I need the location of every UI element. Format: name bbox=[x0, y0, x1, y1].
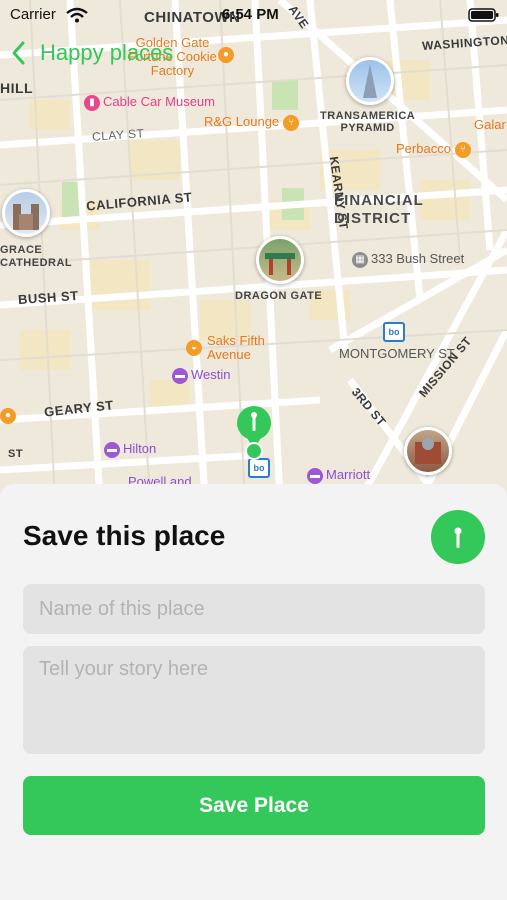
chevron-left-icon bbox=[12, 41, 25, 65]
poi-label: Perbacco bbox=[396, 141, 451, 156]
street-label-montgomery: MONTGOMERY ST bbox=[339, 346, 455, 361]
building-icon: ▦ bbox=[352, 251, 368, 268]
poi-saks[interactable]: Saks Fifth Avenue bbox=[207, 334, 265, 362]
poi-label: Hilton bbox=[123, 441, 157, 456]
sheet-title: Save this place bbox=[23, 520, 226, 551]
dropped-pin-icon[interactable] bbox=[234, 405, 274, 465]
poi-label: R&G Lounge bbox=[204, 114, 280, 129]
fork-knife-icon: ⑂ bbox=[454, 141, 471, 158]
poi-hilton[interactable]: ▬ Hilton bbox=[104, 441, 156, 458]
place-name-input[interactable] bbox=[23, 584, 485, 634]
clock-label: 6:54 PM bbox=[222, 6, 279, 23]
landmark-photo-icon[interactable] bbox=[404, 427, 452, 475]
poi-galar[interactable]: Galar bbox=[474, 117, 506, 132]
hotel-icon: ▬ bbox=[104, 441, 120, 458]
back-button-label: Happy places bbox=[40, 40, 174, 65]
dragon-gate-landmark-icon[interactable] bbox=[256, 236, 304, 284]
district-label-financial: FINANCIAL DISTRICT bbox=[334, 192, 424, 227]
hotel-icon: ▬ bbox=[307, 467, 323, 484]
shopping-bag-icon: ◒ bbox=[186, 340, 202, 356]
street-label-st: ST bbox=[8, 448, 24, 460]
location-pin-icon bbox=[431, 510, 485, 564]
dragon-gate-label: DRAGON GATE bbox=[235, 290, 323, 302]
poi-cable-car-museum[interactable]: ▮ Cable Car Museum bbox=[84, 94, 215, 111]
poi-label: Cable Car Museum bbox=[103, 94, 215, 109]
poi-label: Marriott bbox=[326, 467, 371, 482]
back-button[interactable]: Happy places bbox=[10, 40, 173, 66]
transamerica-label: TRANSAMERICA PYRAMID bbox=[320, 110, 416, 134]
transit-station-icon[interactable]: bo bbox=[383, 322, 405, 342]
poi-westin[interactable]: ▬ Westin bbox=[172, 367, 231, 384]
poi-rg-lounge[interactable]: R&G Lounge ⑂ bbox=[204, 114, 302, 131]
map-view[interactable]: CHINATOWN WASHINGTON CLAY ST CALIFORNIA … bbox=[0, 0, 507, 500]
transamerica-landmark-icon[interactable] bbox=[346, 57, 394, 105]
poi-label: Westin bbox=[191, 367, 231, 382]
save-place-button[interactable]: Save Place bbox=[23, 776, 485, 835]
fork-knife-icon: ⑂ bbox=[283, 114, 300, 131]
museum-icon: ▮ bbox=[84, 94, 100, 111]
street-label-hill: HILL bbox=[0, 80, 34, 96]
battery-icon bbox=[468, 8, 499, 22]
grace-cathedral-label: GRACE CATHEDRAL bbox=[0, 244, 73, 269]
poi-333-bush[interactable]: ▦ 333 Bush Street bbox=[352, 251, 464, 268]
restaurant-icon: ● bbox=[0, 408, 16, 424]
poi-marriott[interactable]: ▬ Marriott bbox=[307, 467, 370, 484]
save-place-sheet: Save this place Save Place bbox=[0, 484, 507, 900]
grace-cathedral-landmark-icon[interactable] bbox=[2, 189, 50, 237]
poi-perbacco[interactable]: Perbacco ⑂ bbox=[396, 141, 474, 158]
wifi-icon bbox=[66, 7, 88, 23]
poi-label: 333 Bush Street bbox=[371, 251, 465, 266]
hotel-icon: ▬ bbox=[172, 367, 188, 384]
story-textarea[interactable] bbox=[23, 646, 485, 754]
restaurant-icon: ● bbox=[218, 47, 234, 63]
carrier-label: Carrier bbox=[10, 6, 56, 23]
